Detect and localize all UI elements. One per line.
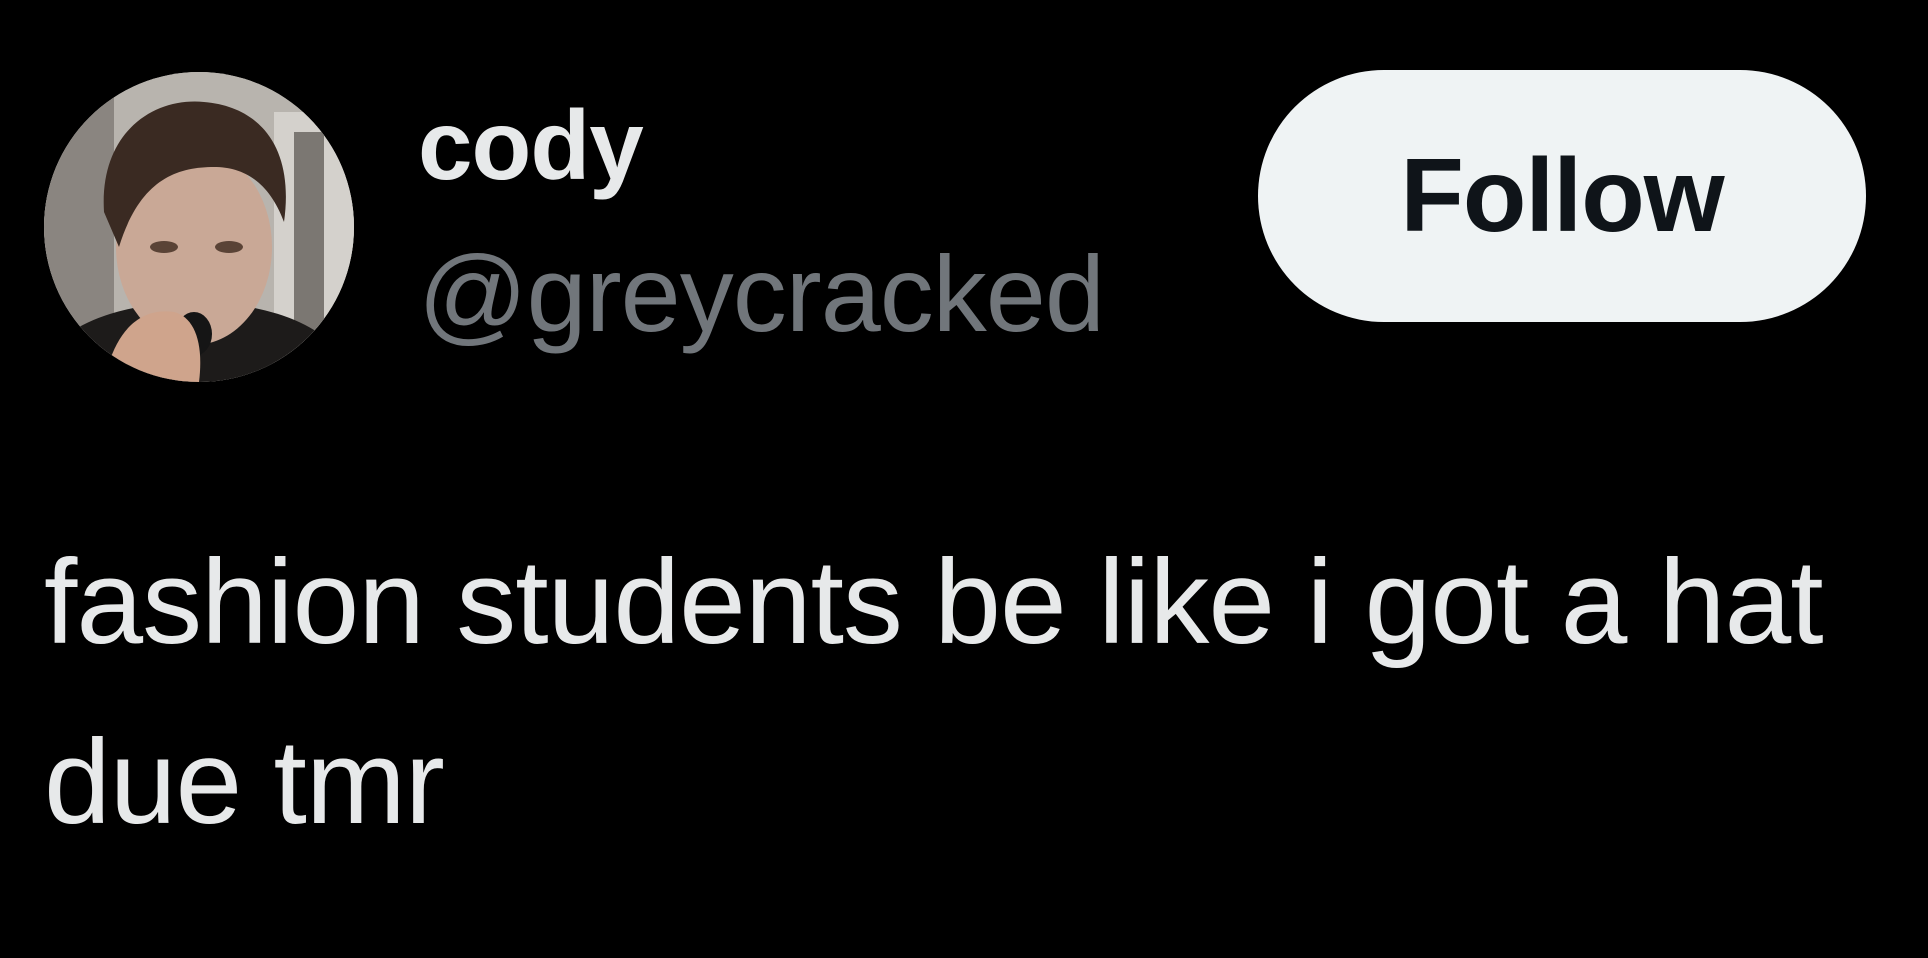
tweet-text: fashion students be like i got a hat due… xyxy=(44,535,1824,849)
avatar[interactable] xyxy=(44,72,354,382)
display-name[interactable]: cody xyxy=(418,96,644,194)
user-handle[interactable]: @greycracked xyxy=(418,240,1105,348)
tweet-card: cody @greycracked Follow fashion student… xyxy=(0,0,1928,958)
profile-photo-icon xyxy=(44,72,354,382)
follow-button[interactable]: Follow xyxy=(1258,70,1866,322)
